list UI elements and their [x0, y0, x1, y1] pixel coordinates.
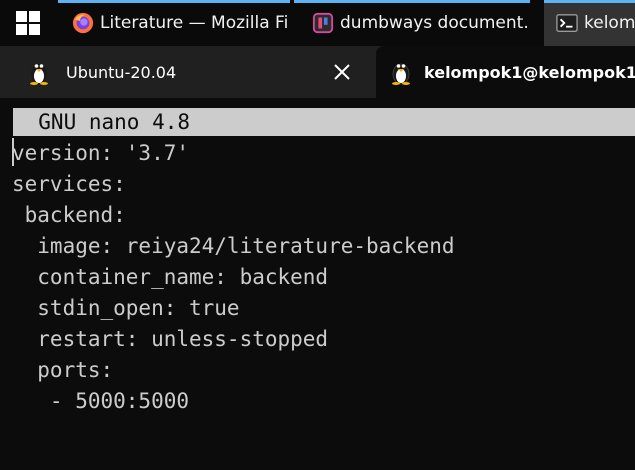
taskbar-item-firefox[interactable]: Literature — Mozilla Fi...: [58, 0, 290, 46]
app-icon: [312, 12, 334, 34]
linux-tux-icon: [392, 63, 410, 85]
code-line: container_name: backend: [12, 265, 329, 289]
active-indicator: [294, 0, 530, 3]
active-indicator: [58, 0, 290, 3]
code-line: services:: [12, 172, 126, 196]
windows-logo-icon: [16, 11, 40, 35]
taskbar-item-dumbways[interactable]: dumbways document...: [294, 0, 530, 46]
tab-label: Ubuntu-20.04: [66, 62, 177, 82]
taskbar-item-label: dumbways document...: [340, 13, 530, 33]
terminal-icon: [556, 14, 578, 32]
code-line: ports:: [12, 358, 114, 382]
code-line: restart: unless-stopped: [12, 327, 329, 351]
terminal-tab-strip: Ubuntu-20.04 kelompok1@kelompok1-a: [0, 46, 635, 98]
firefox-icon: [72, 12, 94, 34]
code-line: - 5000:5000: [12, 389, 190, 413]
taskbar-item-terminal[interactable]: kelomp: [544, 0, 635, 46]
code-line: stdin_open: true: [12, 296, 240, 320]
active-indicator: [544, 0, 635, 3]
taskbar-item-label: Literature — Mozilla Fi...: [100, 13, 290, 33]
code-line: backend:: [12, 203, 126, 227]
tab-kelompok1[interactable]: kelompok1@kelompok1-a: [376, 46, 635, 98]
tab-label: kelompok1@kelompok1-a: [424, 62, 635, 82]
terminal-window[interactable]: GNU nano 4.8 version: '3.7' services: ba…: [0, 98, 635, 470]
tab-ubuntu[interactable]: Ubuntu-20.04: [0, 46, 372, 98]
code-line: image: reiya24/literature-backend: [12, 234, 455, 258]
editor-content[interactable]: version: '3.7' services: backend: image:…: [12, 138, 455, 417]
linux-tux-icon: [30, 64, 48, 85]
taskbar-item-label: kelomp: [584, 13, 635, 33]
start-button[interactable]: [0, 0, 56, 46]
close-icon[interactable]: [330, 60, 354, 84]
windows-taskbar: Literature — Mozilla Fi... dumbways docu…: [0, 0, 635, 46]
nano-title-bar: GNU nano 4.8: [13, 108, 635, 136]
code-line: version: '3.7': [12, 141, 190, 165]
